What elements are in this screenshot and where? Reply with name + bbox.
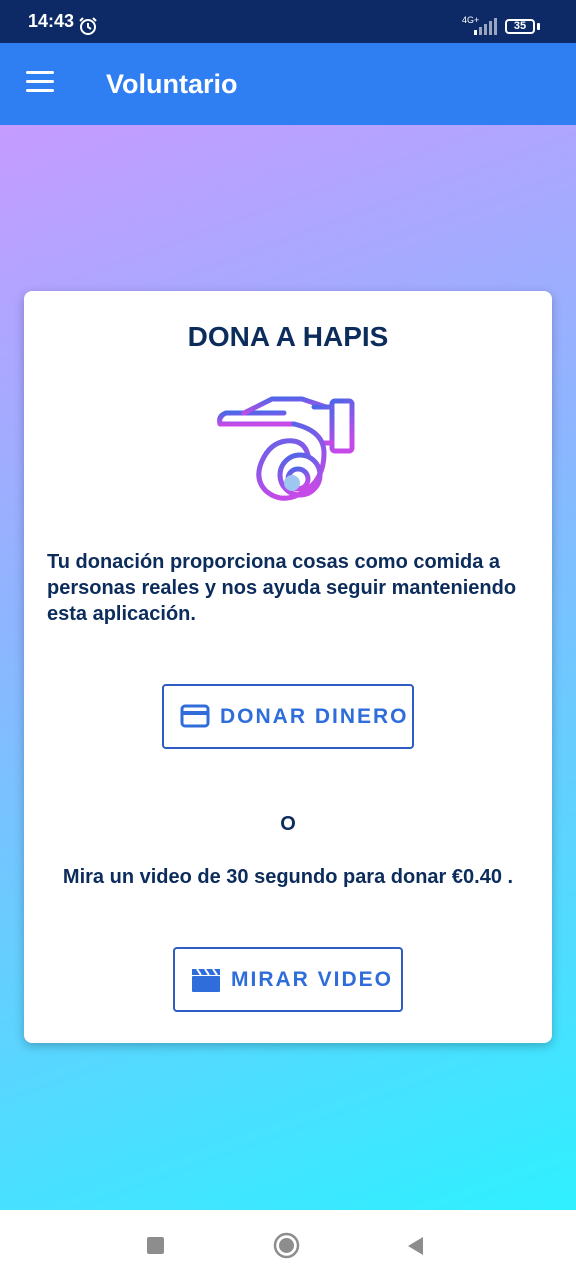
system-nav-bar — [0, 1210, 576, 1280]
donation-card: DONA A HAPIS Tu donación proporciona cos… — [24, 291, 552, 1043]
battery-tip — [537, 23, 540, 30]
hand-coin-icon — [217, 396, 355, 501]
recent-apps-icon[interactable] — [147, 1237, 164, 1254]
watch-video-button[interactable]: MIRAR VIDEO — [173, 947, 403, 1012]
status-bar: 14:43 4G+ 35 — [0, 0, 576, 43]
card-title: DONA A HAPIS — [187, 321, 389, 352]
donation-description: Tu donación proporciona cosas como comid… — [47, 551, 517, 625]
page-title: Voluntario — [106, 69, 238, 99]
clapperboard-icon — [192, 968, 220, 992]
main-content: DONA A HAPIS Tu donación proporciona cos… — [0, 125, 576, 1210]
alarm-icon — [79, 17, 97, 35]
or-separator: O — [280, 813, 296, 835]
hamburger-icon-line — [26, 71, 54, 74]
back-icon[interactable] — [405, 1235, 425, 1257]
watch-video-label: MIRAR VIDEO — [231, 968, 394, 991]
battery-level: 35 — [513, 20, 527, 32]
menu-button[interactable] — [14, 63, 66, 105]
credit-card-icon — [180, 704, 210, 728]
hamburger-icon-line — [26, 80, 54, 83]
donate-money-label: DONAR DINERO — [220, 705, 409, 728]
donate-money-button[interactable]: DONAR DINERO — [162, 684, 414, 749]
battery-icon: 35 — [505, 19, 535, 34]
home-icon[interactable] — [273, 1232, 300, 1259]
app-bar: Voluntario — [0, 43, 576, 125]
hamburger-icon-line — [26, 89, 54, 92]
status-time: 14:43 — [28, 11, 75, 31]
video-description: Mira un video de 30 segundo para donar €… — [62, 866, 514, 888]
signal-icon — [474, 18, 497, 35]
